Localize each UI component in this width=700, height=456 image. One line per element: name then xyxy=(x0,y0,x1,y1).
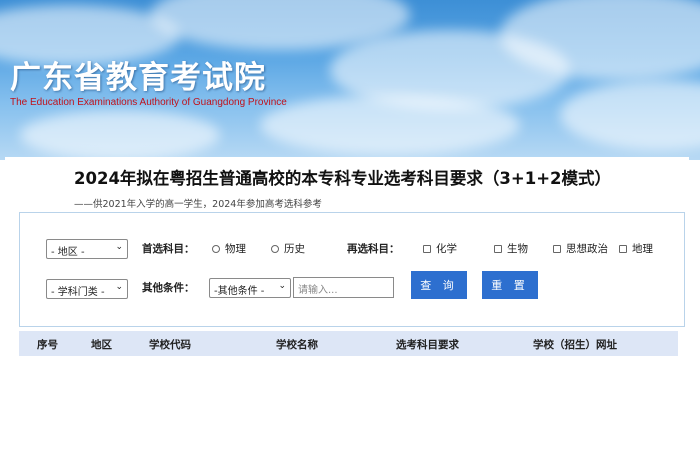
column-header-subject-requirements: 选考科目要求 xyxy=(396,339,459,351)
radio-history[interactable]: 历史 xyxy=(271,241,305,256)
checkbox-politics[interactable]: 思想政治 xyxy=(553,241,608,256)
radio-physics-label: 物理 xyxy=(225,243,246,255)
logo-title-en: The Education Examinations Authority of … xyxy=(10,97,287,108)
cloud-decoration xyxy=(260,95,520,155)
radio-icon xyxy=(212,244,220,253)
column-header-school-code: 学校代码 xyxy=(149,339,191,351)
checkbox-chemistry[interactable]: 化学 xyxy=(423,241,457,256)
other-conditions-select-value: -其他条件 - xyxy=(214,286,265,297)
radio-physics[interactable]: 物理 xyxy=(212,241,246,256)
search-input[interactable]: 请输入... xyxy=(293,277,394,298)
column-header-index: 序号 xyxy=(37,339,58,351)
chevron-down-icon: ⌄ xyxy=(115,282,123,292)
category-select-value: - 学科门类 - xyxy=(51,287,105,298)
query-button[interactable]: 查 询 xyxy=(411,271,467,299)
reset-button[interactable]: 重 置 xyxy=(482,271,538,299)
checkbox-icon xyxy=(423,244,431,253)
column-header-region: 地区 xyxy=(91,339,112,351)
region-select[interactable]: - 地区 - ⌄ xyxy=(46,239,128,259)
checkbox-icon xyxy=(553,244,561,253)
checkbox-geography[interactable]: 地理 xyxy=(619,241,653,256)
filter-form: - 地区 - ⌄ 首选科目： 物理 历史 再选科目： 化学 生物 思想政治 地理 xyxy=(19,212,685,327)
search-input-placeholder: 请输入... xyxy=(298,285,338,296)
checkbox-geography-label: 地理 xyxy=(632,243,653,255)
header-banner: 广东省教育考试院 The Education Examinations Auth… xyxy=(0,0,700,160)
second-subject-label: 再选科目： xyxy=(347,243,400,255)
cloud-decoration xyxy=(560,80,700,150)
category-select[interactable]: - 学科门类 - ⌄ xyxy=(46,279,128,299)
results-table-header: 序号 地区 学校代码 学校名称 选考科目要求 学校（招生）网址 xyxy=(19,331,678,356)
first-subject-label: 首选科目： xyxy=(142,243,195,255)
logo-title-cn: 广东省教育考试院 xyxy=(10,60,266,96)
checkbox-biology[interactable]: 生物 xyxy=(494,241,528,256)
radio-icon xyxy=(271,244,279,253)
chevron-down-icon: ⌄ xyxy=(115,242,123,252)
checkbox-icon xyxy=(494,244,502,253)
checkbox-politics-label: 思想政治 xyxy=(566,243,608,255)
other-conditions-label: 其他条件： xyxy=(142,282,195,294)
checkbox-biology-label: 生物 xyxy=(507,243,528,255)
radio-history-label: 历史 xyxy=(284,243,305,255)
chevron-down-icon: ⌄ xyxy=(278,281,286,291)
page-title: 2024年拟在粤招生普通高校的本专科专业选考科目要求（3+1+2模式） xyxy=(74,169,612,188)
main-panel: 2024年拟在粤招生普通高校的本专科专业选考科目要求（3+1+2模式） ——供2… xyxy=(5,157,689,456)
cloud-decoration xyxy=(20,110,220,160)
column-header-school-name: 学校名称 xyxy=(276,339,318,351)
column-header-school-website: 学校（招生）网址 xyxy=(533,339,617,351)
region-select-value: - 地区 - xyxy=(51,247,85,258)
checkbox-icon xyxy=(619,244,627,253)
other-conditions-select[interactable]: -其他条件 - ⌄ xyxy=(209,278,291,298)
page-subtitle: ——供2021年入学的高一学生，2024年参加高考选科参考 xyxy=(74,199,322,210)
checkbox-chemistry-label: 化学 xyxy=(436,243,457,255)
